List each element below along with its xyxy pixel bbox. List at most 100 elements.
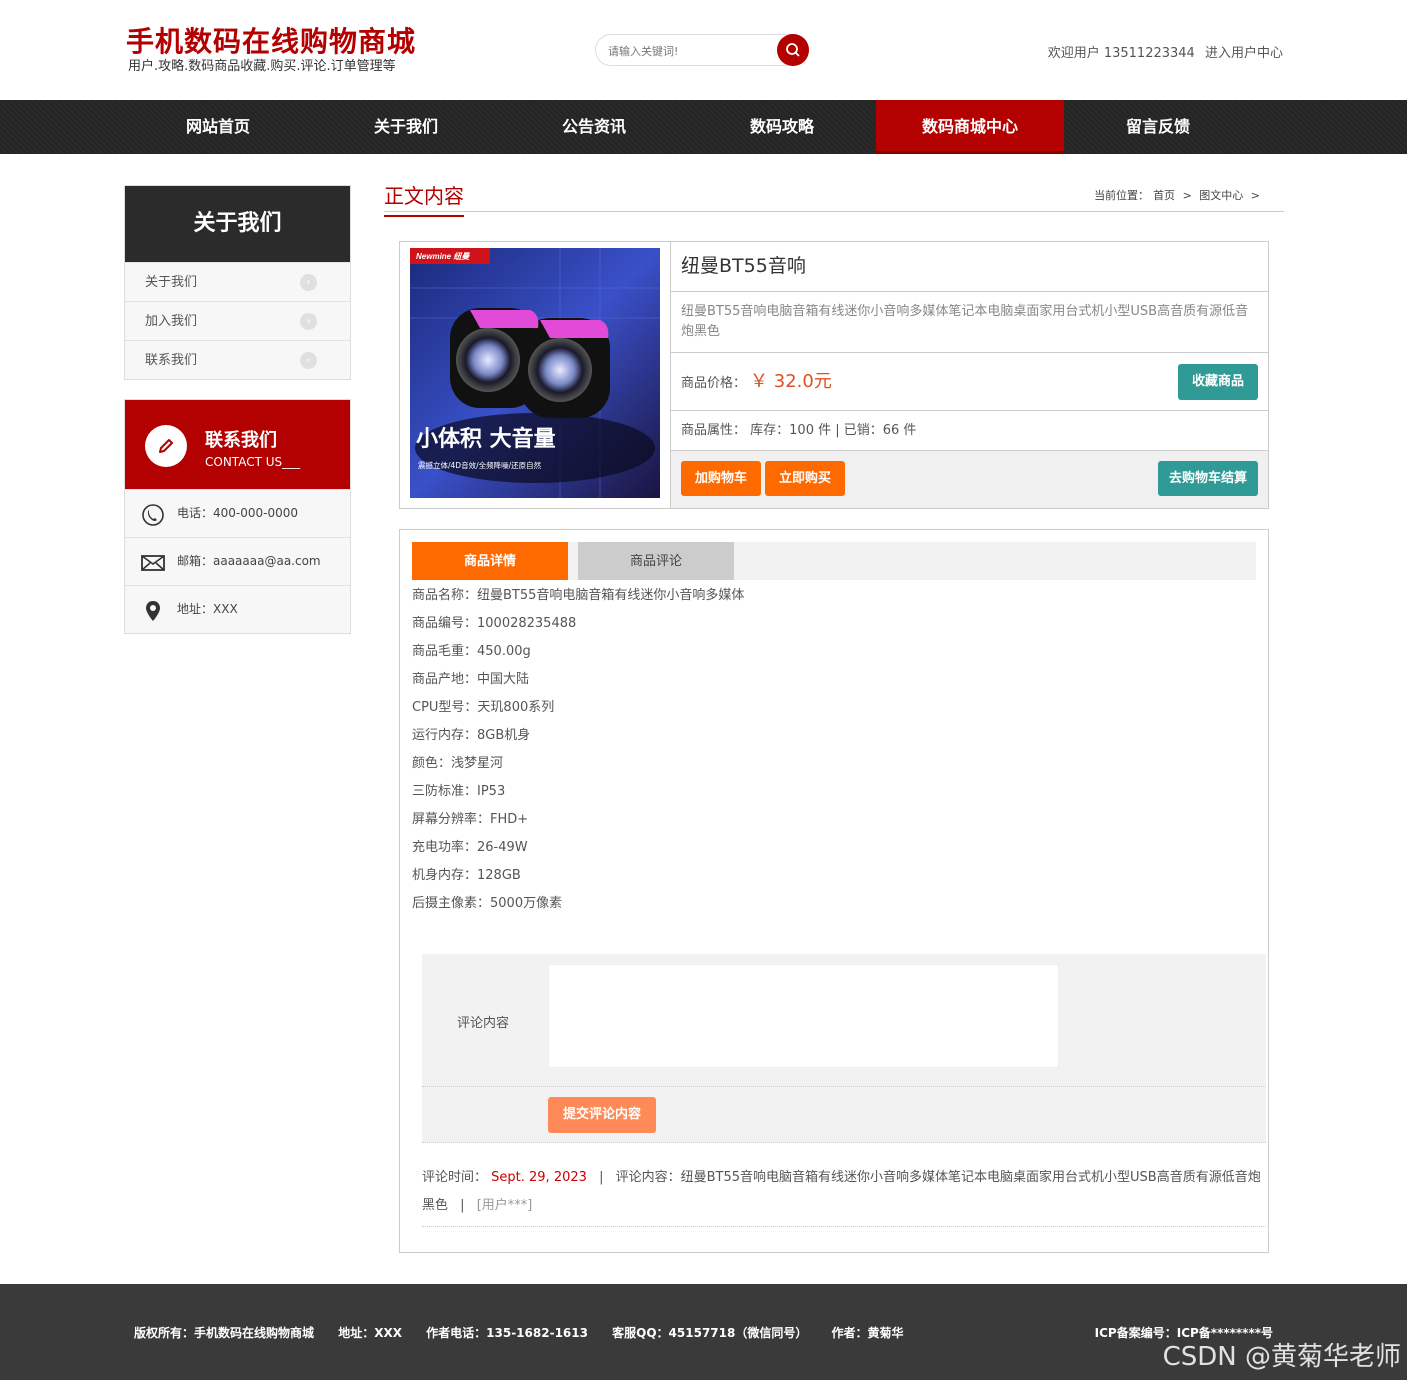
product-info: 纽曼BT55音响 纽曼BT55音响电脑音箱有线迷你小音响多媒体笔记本电脑桌面家用… xyxy=(671,242,1268,508)
product-title: 纽曼BT55音响 xyxy=(671,242,1268,292)
location-pin-icon xyxy=(141,599,165,623)
product-actions: 加购物车 立即购买 去购物车结算 xyxy=(671,451,1268,508)
comment-form-row: 评论内容 xyxy=(422,954,1266,1087)
contact-address: 地址：XXX xyxy=(125,585,350,633)
sidebar-item-about[interactable]: 关于我们 › xyxy=(125,262,350,301)
comment-submit-row: 提交评论内容 xyxy=(422,1087,1266,1143)
contact-title: 联系我们 xyxy=(205,430,277,451)
search-box xyxy=(595,34,809,66)
footer-info: 版权所有：手机数码在线购物商城 地址：XXX 作者电话：135-1682-161… xyxy=(134,1324,924,1341)
list-item: 屏幕分辨率：FHD+ xyxy=(412,812,529,827)
price-label: 商品价格： xyxy=(681,376,747,391)
chevron-right-icon: › xyxy=(300,274,317,291)
nav-item-mall[interactable]: 数码商城中心 xyxy=(876,100,1064,154)
list-item: 商品产地：中国大陆 xyxy=(412,672,530,687)
attr-value: 库存：100 件 | 已销：66 件 xyxy=(750,423,917,438)
contact-header: 联系我们 CONTACT US___ xyxy=(125,400,350,489)
sidebar-item-contact[interactable]: 联系我们 › xyxy=(125,340,350,379)
footer-address: 地址：XXX xyxy=(338,1326,402,1340)
comment-content-label: 评论内容： xyxy=(615,1170,681,1185)
comment-label: 评论内容 xyxy=(457,1016,510,1031)
comment-time-label: 评论时间： xyxy=(422,1170,488,1185)
search-input[interactable] xyxy=(608,41,768,61)
list-item: 充电功率：26-49W xyxy=(412,840,528,855)
contact-email: 邮箱：aaaaaaa@aa.com xyxy=(125,537,350,585)
mail-icon xyxy=(141,551,165,575)
list-item: 运行内存：8GB机身 xyxy=(412,728,531,743)
buy-now-button[interactable]: 立即购买 xyxy=(765,461,845,496)
footer-phone: 作者电话：135-1682-1613 xyxy=(426,1326,588,1340)
footer-author: 作者：黄菊华 xyxy=(831,1326,904,1340)
product-box: Newmine 纽曼 小体积 大音量 震撼立体/4D音效/全频降噪/还原自然 纽… xyxy=(399,241,1269,509)
comment-separator: | xyxy=(460,1198,465,1213)
product-attributes: 商品属性： 库存：100 件 | 已销：66 件 xyxy=(671,411,1268,451)
header: 手机数码在线购物商城 用户.攻略.数码商品收藏.购买.评论.订单管理等 欢迎用户… xyxy=(0,0,1407,100)
product-image[interactable]: Newmine 纽曼 小体积 大音量 震撼立体/4D音效/全频降噪/还原自然 xyxy=(410,248,660,498)
sidebar-title: 关于我们 xyxy=(125,186,350,262)
checkout-button[interactable]: 去购物车结算 xyxy=(1158,461,1258,496)
nav-item-feedback[interactable]: 留言反馈 xyxy=(1064,100,1252,154)
comment-entry: 评论时间： Sept. 29, 2023 | 评论内容：纽曼BT55音响电脑音箱… xyxy=(422,1164,1266,1227)
detail-box: 商品详情 商品评论 商品名称：纽曼BT55音响电脑音箱有线迷你小音响多媒体 商品… xyxy=(399,529,1269,1253)
nav-item-home[interactable]: 网站首页 xyxy=(124,100,312,154)
sidebar-item-label: 关于我们 xyxy=(145,275,198,290)
page-title: 正文内容 xyxy=(384,180,464,217)
breadcrumb-separator: > xyxy=(1182,189,1192,202)
tab-details[interactable]: 商品详情 xyxy=(412,542,568,580)
list-item: 颜色：浅梦星河 xyxy=(412,756,504,771)
footer-copyright: 版权所有：手机数码在线购物商城 xyxy=(134,1326,315,1340)
breadcrumb-separator: > xyxy=(1250,189,1260,202)
breadcrumb-home[interactable]: 首页 xyxy=(1153,189,1175,202)
comment-user: [用户***] xyxy=(476,1198,533,1213)
user-info: 欢迎用户 13511223344 进入用户中心 xyxy=(1048,42,1283,61)
nav-item-about[interactable]: 关于我们 xyxy=(312,100,500,154)
breadcrumb-current[interactable]: 图文中心 xyxy=(1199,189,1243,202)
submit-comment-button[interactable]: 提交评论内容 xyxy=(548,1097,656,1133)
sidebar-item-label: 联系我们 xyxy=(145,353,198,368)
list-item: CPU型号：天玑800系列 xyxy=(412,700,555,715)
list-item: 商品编号：100028235488 xyxy=(412,616,577,631)
search-button[interactable] xyxy=(777,34,809,66)
price-value: ￥ 32.0元 xyxy=(750,371,832,392)
list-item: 后摄主像素：5000万像素 xyxy=(412,896,563,911)
product-description: 纽曼BT55音响电脑音箱有线迷你小音响多媒体笔记本电脑桌面家用台式机小型USB高… xyxy=(671,292,1268,353)
nav-item-guides[interactable]: 数码攻略 xyxy=(688,100,876,154)
sidebar-contact: 联系我们 CONTACT US___ 电话：400-000-0000 邮箱：aa… xyxy=(124,399,351,634)
svg-text:震撼立体/4D音效/全频降噪/还原自然: 震撼立体/4D音效/全频降噪/还原自然 xyxy=(418,460,542,470)
add-to-cart-button[interactable]: 加购物车 xyxy=(681,461,761,496)
contact-phone: 电话：400-000-0000 xyxy=(125,489,350,537)
product-price-row: 商品价格： ￥ 32.0元 收藏商品 xyxy=(671,353,1268,411)
sidebar-item-join[interactable]: 加入我们 › xyxy=(125,301,350,340)
comment-textarea[interactable] xyxy=(548,964,1059,1068)
site-title[interactable]: 手机数码在线购物商城 xyxy=(126,20,416,60)
sidebar-item-label: 加入我们 xyxy=(145,314,198,329)
comment-separator: | xyxy=(599,1170,604,1185)
watermark: CSDN @黄菊华老师 xyxy=(1162,1342,1401,1372)
comment-form: 评论内容 提交评论内容 xyxy=(422,954,1266,1143)
svg-text:Newmine 纽曼: Newmine 纽曼 xyxy=(416,252,470,261)
favorite-button[interactable]: 收藏商品 xyxy=(1178,364,1258,400)
chevron-right-icon: › xyxy=(300,313,317,330)
contact-address-text: 地址：XXX xyxy=(177,602,238,616)
pencil-icon xyxy=(145,425,187,467)
svg-text:小体积 大音量: 小体积 大音量 xyxy=(416,426,556,452)
list-item: 三防标准：IP53 xyxy=(412,784,506,799)
contact-email-text: 邮箱：aaaaaaa@aa.com xyxy=(177,554,321,568)
chevron-right-icon: › xyxy=(300,352,317,369)
breadcrumb: 当前位置： 首页 > 图文中心 > xyxy=(1092,187,1262,203)
phone-icon xyxy=(141,503,165,527)
user-center-link[interactable]: 进入用户中心 xyxy=(1205,46,1283,61)
list-item: 机身内存：128GB xyxy=(412,868,521,883)
content-heading: 正文内容 当前位置： 首页 > 图文中心 > xyxy=(384,180,1284,217)
product-image-frame: Newmine 纽曼 小体积 大音量 震撼立体/4D音效/全频降噪/还原自然 xyxy=(400,242,671,508)
attr-label: 商品属性： xyxy=(681,423,747,438)
site-subtitle: 用户.攻略.数码商品收藏.购买.评论.订单管理等 xyxy=(128,59,396,74)
footer-qq: 客服QQ：45157718（微信同号） xyxy=(612,1326,808,1340)
breadcrumb-prefix: 当前位置： xyxy=(1094,189,1150,202)
tab-reviews[interactable]: 商品评论 xyxy=(578,542,734,580)
nav-item-news[interactable]: 公告资讯 xyxy=(500,100,688,154)
spec-list: 商品名称：纽曼BT55音响电脑音箱有线迷你小音响多媒体 商品编号：1000282… xyxy=(412,582,744,918)
list-item: 商品名称：纽曼BT55音响电脑音箱有线迷你小音响多媒体 xyxy=(412,588,745,603)
contact-subtitle: CONTACT US___ xyxy=(205,455,301,469)
sidebar-about: 关于我们 关于我们 › 加入我们 › 联系我们 › xyxy=(124,185,351,380)
